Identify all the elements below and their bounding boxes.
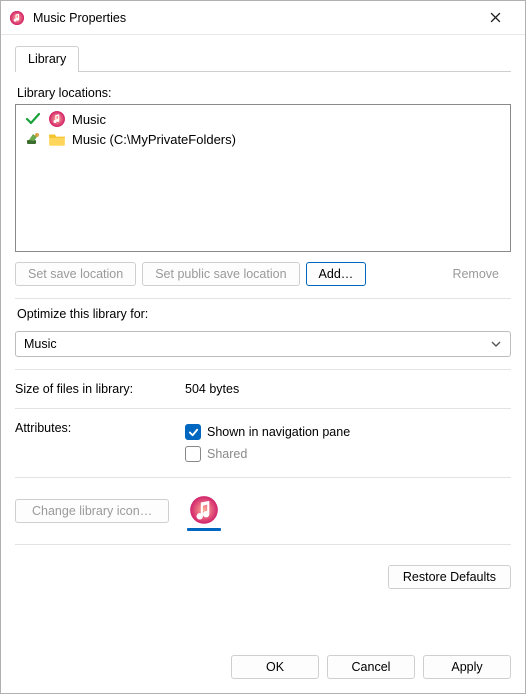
size-value: 504 bytes xyxy=(185,382,239,396)
optimize-select[interactable]: Music xyxy=(15,331,511,357)
shown-in-nav-label: Shown in navigation pane xyxy=(207,425,350,439)
cancel-button[interactable]: Cancel xyxy=(327,655,415,679)
optimize-label: Optimize this library for: xyxy=(17,307,511,321)
list-item-label: Music (C:\MyPrivateFolders) xyxy=(72,132,236,147)
change-library-icon-button[interactable]: Change library icon… xyxy=(15,499,169,523)
close-icon xyxy=(490,12,501,23)
window-title: Music Properties xyxy=(33,11,473,25)
set-public-save-location-button[interactable]: Set public save location xyxy=(142,262,299,286)
size-label: Size of files in library: xyxy=(15,382,185,396)
ok-button[interactable]: OK xyxy=(231,655,319,679)
divider xyxy=(15,298,511,299)
folder-icon xyxy=(48,130,66,148)
locations-list[interactable]: Music Music (C:\MyPrivateFolders) xyxy=(15,104,511,252)
shared-label: Shared xyxy=(207,447,247,461)
add-button[interactable]: Add… xyxy=(306,262,367,286)
close-button[interactable] xyxy=(473,3,517,33)
shown-in-nav-checkbox[interactable] xyxy=(185,424,201,440)
chevron-down-icon xyxy=(490,338,502,350)
list-item[interactable]: Music xyxy=(22,109,504,129)
optimize-value: Music xyxy=(24,337,57,351)
restore-defaults-button[interactable]: Restore Defaults xyxy=(388,565,511,589)
list-item[interactable]: Music (C:\MyPrivateFolders) xyxy=(22,129,504,149)
tab-strip: Library xyxy=(15,45,511,72)
shared-checkbox[interactable] xyxy=(185,446,201,462)
music-folder-icon xyxy=(48,110,66,128)
tab-library[interactable]: Library xyxy=(15,46,79,72)
apply-button[interactable]: Apply xyxy=(423,655,511,679)
tab-label: Library xyxy=(28,52,66,66)
check-icon xyxy=(24,111,42,127)
music-app-icon xyxy=(9,10,25,26)
dialog-buttons: OK Cancel Apply xyxy=(1,645,525,693)
list-item-label: Music xyxy=(72,112,106,127)
remove-button[interactable]: Remove xyxy=(440,262,511,286)
set-save-location-button[interactable]: Set save location xyxy=(15,262,136,286)
properties-dialog: Music Properties Library Library locatio… xyxy=(0,0,526,694)
titlebar: Music Properties xyxy=(1,1,525,35)
locations-heading: Library locations: xyxy=(17,86,511,100)
tool-icon xyxy=(24,131,42,147)
library-icon-preview xyxy=(187,494,221,528)
attributes-label: Attributes: xyxy=(15,421,185,435)
